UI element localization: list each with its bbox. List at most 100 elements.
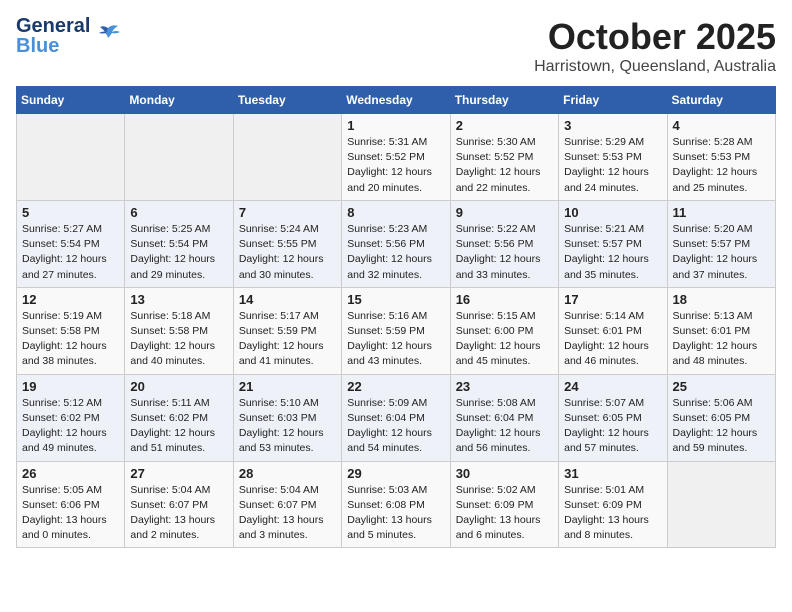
day-number: 7: [239, 205, 336, 220]
day-cell: 6 Sunrise: 5:25 AM Sunset: 5:54 PM Daylig…: [125, 200, 233, 287]
day-number: 6: [130, 205, 227, 220]
day-cell: 14 Sunrise: 5:17 AM Sunset: 5:59 PM Dayli…: [233, 287, 341, 374]
day-number: 5: [22, 205, 119, 220]
day-info: Sunrise: 5:14 AM Sunset: 6:01 PM Dayligh…: [564, 309, 661, 370]
col-header-saturday: Saturday: [667, 87, 775, 114]
day-cell: 10 Sunrise: 5:21 AM Sunset: 5:57 PM Dayli…: [559, 200, 667, 287]
day-cell: 12 Sunrise: 5:19 AM Sunset: 5:58 PM Dayli…: [17, 287, 125, 374]
day-number: 18: [673, 292, 770, 307]
day-number: 3: [564, 118, 661, 133]
day-cell: 30 Sunrise: 5:02 AM Sunset: 6:09 PM Dayli…: [450, 461, 558, 548]
day-info: Sunrise: 5:17 AM Sunset: 5:59 PM Dayligh…: [239, 309, 336, 370]
day-number: 10: [564, 205, 661, 220]
day-info: Sunrise: 5:08 AM Sunset: 6:04 PM Dayligh…: [456, 396, 553, 457]
day-info: Sunrise: 5:04 AM Sunset: 6:07 PM Dayligh…: [239, 483, 336, 544]
day-info: Sunrise: 5:06 AM Sunset: 6:05 PM Dayligh…: [673, 396, 770, 457]
day-cell: 19Sunrise: 5:12 AM Sunset: 6:02 PM Dayli…: [17, 374, 125, 461]
day-number: 20: [130, 379, 227, 394]
logo-general: General: [16, 16, 90, 36]
col-header-sunday: Sunday: [17, 87, 125, 114]
day-cell: 3 Sunrise: 5:29 AM Sunset: 5:53 PM Daylig…: [559, 114, 667, 201]
day-number: 13: [130, 292, 227, 307]
col-header-monday: Monday: [125, 87, 233, 114]
day-info: Sunrise: 5:28 AM Sunset: 5:53 PM Dayligh…: [673, 135, 770, 196]
day-number: 2: [456, 118, 553, 133]
day-info: Sunrise: 5:02 AM Sunset: 6:09 PM Dayligh…: [456, 483, 553, 544]
day-info: Sunrise: 5:22 AM Sunset: 5:56 PM Dayligh…: [456, 222, 553, 283]
day-cell: 26 Sunrise: 5:05 AM Sunset: 6:06 PM Dayli…: [17, 461, 125, 548]
day-number: 21: [239, 379, 336, 394]
day-info: Sunrise: 5:18 AM Sunset: 5:58 PM Dayligh…: [130, 309, 227, 370]
page-header: General Blue October 2025 Harristown, Qu…: [16, 16, 776, 76]
day-cell: 4 Sunrise: 5:28 AM Sunset: 5:53 PM Daylig…: [667, 114, 775, 201]
day-number: 17: [564, 292, 661, 307]
day-number: 4: [673, 118, 770, 133]
day-info: Sunrise: 5:07 AM Sunset: 6:05 PM Dayligh…: [564, 396, 661, 457]
day-cell: [17, 114, 125, 201]
logo-blue: Blue: [16, 36, 90, 56]
day-cell: [667, 461, 775, 548]
day-info: Sunrise: 5:03 AM Sunset: 6:08 PM Dayligh…: [347, 483, 444, 544]
day-number: 26: [22, 466, 119, 481]
day-cell: 23 Sunrise: 5:08 AM Sunset: 6:04 PM Dayli…: [450, 374, 558, 461]
day-number: 22: [347, 379, 444, 394]
col-header-thursday: Thursday: [450, 87, 558, 114]
day-cell: 29 Sunrise: 5:03 AM Sunset: 6:08 PM Dayli…: [342, 461, 450, 548]
logo: General Blue: [16, 16, 122, 56]
day-cell: 1Sunrise: 5:31 AM Sunset: 5:52 PM Daylig…: [342, 114, 450, 201]
day-info: Sunrise: 5:23 AM Sunset: 5:56 PM Dayligh…: [347, 222, 444, 283]
day-info: Sunrise: 5:10 AM Sunset: 6:03 PM Dayligh…: [239, 396, 336, 457]
day-cell: 20 Sunrise: 5:11 AM Sunset: 6:02 PM Dayli…: [125, 374, 233, 461]
day-cell: 17 Sunrise: 5:14 AM Sunset: 6:01 PM Dayli…: [559, 287, 667, 374]
day-cell: 24 Sunrise: 5:07 AM Sunset: 6:05 PM Dayli…: [559, 374, 667, 461]
day-info: Sunrise: 5:12 AM Sunset: 6:02 PM Dayligh…: [22, 396, 119, 457]
day-cell: [125, 114, 233, 201]
month-title: October 2025: [534, 16, 776, 58]
day-info: Sunrise: 5:01 AM Sunset: 6:09 PM Dayligh…: [564, 483, 661, 544]
calendar-header: SundayMondayTuesdayWednesdayThursdayFrid…: [17, 87, 776, 114]
day-info: Sunrise: 5:05 AM Sunset: 6:06 PM Dayligh…: [22, 483, 119, 544]
day-cell: [233, 114, 341, 201]
calendar-table: SundayMondayTuesdayWednesdayThursdayFrid…: [16, 86, 776, 548]
day-number: 8: [347, 205, 444, 220]
day-info: Sunrise: 5:11 AM Sunset: 6:02 PM Dayligh…: [130, 396, 227, 457]
day-number: 11: [673, 205, 770, 220]
day-info: Sunrise: 5:27 AM Sunset: 5:54 PM Dayligh…: [22, 222, 119, 283]
day-number: 14: [239, 292, 336, 307]
day-cell: 7Sunrise: 5:24 AM Sunset: 5:55 PM Daylig…: [233, 200, 341, 287]
day-cell: 5 Sunrise: 5:27 AM Sunset: 5:54 PM Daylig…: [17, 200, 125, 287]
day-number: 24: [564, 379, 661, 394]
day-info: Sunrise: 5:29 AM Sunset: 5:53 PM Dayligh…: [564, 135, 661, 196]
week-row-2: 5 Sunrise: 5:27 AM Sunset: 5:54 PM Daylig…: [17, 200, 776, 287]
day-cell: 16Sunrise: 5:15 AM Sunset: 6:00 PM Dayli…: [450, 287, 558, 374]
day-cell: 11Sunrise: 5:20 AM Sunset: 5:57 PM Dayli…: [667, 200, 775, 287]
day-cell: 18Sunrise: 5:13 AM Sunset: 6:01 PM Dayli…: [667, 287, 775, 374]
day-cell: 28 Sunrise: 5:04 AM Sunset: 6:07 PM Dayli…: [233, 461, 341, 548]
week-row-3: 12 Sunrise: 5:19 AM Sunset: 5:58 PM Dayli…: [17, 287, 776, 374]
col-header-tuesday: Tuesday: [233, 87, 341, 114]
day-number: 28: [239, 466, 336, 481]
day-cell: 2 Sunrise: 5:30 AM Sunset: 5:52 PM Daylig…: [450, 114, 558, 201]
day-info: Sunrise: 5:30 AM Sunset: 5:52 PM Dayligh…: [456, 135, 553, 196]
day-number: 9: [456, 205, 553, 220]
day-number: 29: [347, 466, 444, 481]
week-row-5: 26 Sunrise: 5:05 AM Sunset: 6:06 PM Dayli…: [17, 461, 776, 548]
logo-bird-icon: [94, 20, 122, 48]
day-number: 23: [456, 379, 553, 394]
day-info: Sunrise: 5:21 AM Sunset: 5:57 PM Dayligh…: [564, 222, 661, 283]
day-number: 15: [347, 292, 444, 307]
day-info: Sunrise: 5:19 AM Sunset: 5:58 PM Dayligh…: [22, 309, 119, 370]
day-info: Sunrise: 5:25 AM Sunset: 5:54 PM Dayligh…: [130, 222, 227, 283]
day-number: 16: [456, 292, 553, 307]
day-cell: 22Sunrise: 5:09 AM Sunset: 6:04 PM Dayli…: [342, 374, 450, 461]
day-number: 12: [22, 292, 119, 307]
col-header-wednesday: Wednesday: [342, 87, 450, 114]
day-number: 30: [456, 466, 553, 481]
day-cell: 27Sunrise: 5:04 AM Sunset: 6:07 PM Dayli…: [125, 461, 233, 548]
day-cell: 31 Sunrise: 5:01 AM Sunset: 6:09 PM Dayli…: [559, 461, 667, 548]
day-number: 27: [130, 466, 227, 481]
week-row-1: 1Sunrise: 5:31 AM Sunset: 5:52 PM Daylig…: [17, 114, 776, 201]
week-row-4: 19Sunrise: 5:12 AM Sunset: 6:02 PM Dayli…: [17, 374, 776, 461]
day-number: 1: [347, 118, 444, 133]
day-number: 31: [564, 466, 661, 481]
